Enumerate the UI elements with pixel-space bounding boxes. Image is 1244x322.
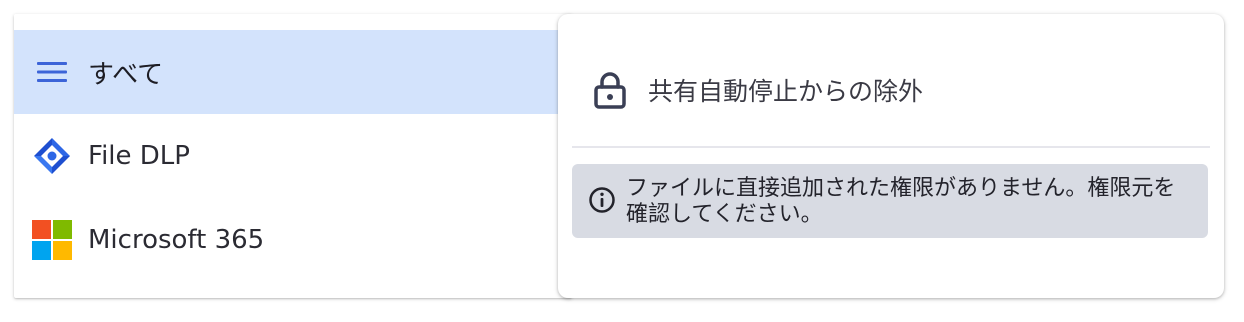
divider [572, 146, 1210, 148]
file-dlp-logo-icon [32, 136, 72, 176]
microsoft-logo-icon [32, 220, 72, 260]
info-message-text: ファイルに直接追加された権限がありません。権限元を確認してください。 [626, 176, 1176, 227]
panel-title: 共有自動停止からの除外 [648, 77, 924, 106]
exclusion-panel: 共有自動停止からの除外 ファイルに直接追加された権限がありません。権限元を確認し… [558, 14, 1224, 298]
lock-icon [592, 70, 628, 110]
sidebar-item-file-dlp[interactable]: File DLP [14, 114, 572, 198]
sidebar-item-microsoft-365[interactable]: Microsoft 365 [14, 198, 572, 282]
panel-header: 共有自動停止からの除外 [592, 70, 923, 110]
sidebar-item-label: すべて [88, 59, 164, 90]
sidebar-item-all[interactable]: すべて [14, 30, 572, 114]
sidebar-item-label: Microsoft 365 [88, 225, 265, 255]
sidebar-item-label: File DLP [88, 141, 190, 171]
app-stage: すべて File DLP Microsoft 365 共有自動停止からの除外 フ… [0, 0, 1244, 322]
info-message-box: ファイルに直接追加された権限がありません。権限元を確認してください。 [572, 164, 1208, 238]
sidebar-top-spacer [14, 14, 572, 30]
hamburger-menu-icon [32, 52, 72, 92]
sidebar: すべて File DLP Microsoft 365 [14, 14, 572, 298]
info-circle-icon [588, 186, 616, 214]
